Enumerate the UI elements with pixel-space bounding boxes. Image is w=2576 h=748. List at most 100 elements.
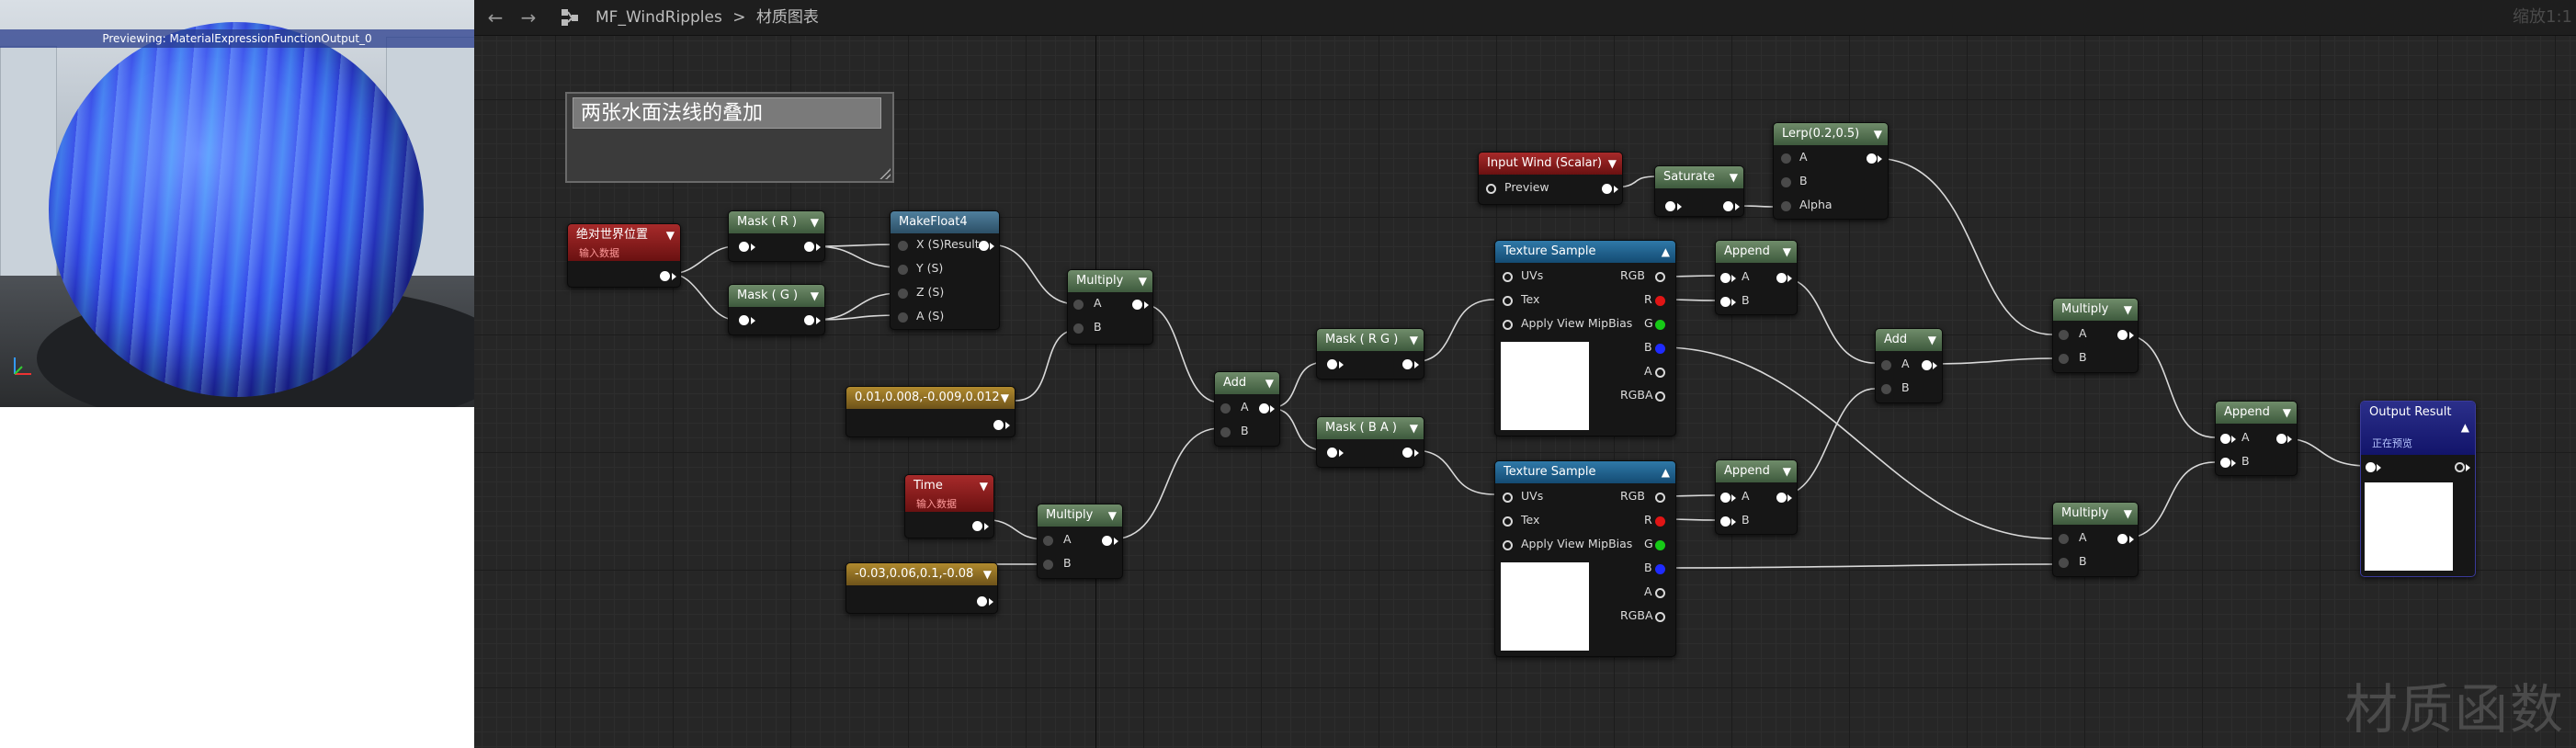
output-pin-blue[interactable] <box>1655 564 1665 574</box>
input-pin[interactable] <box>898 312 908 323</box>
input-pin[interactable] <box>1503 272 1513 282</box>
input-pin[interactable] <box>1503 493 1513 503</box>
input-pin[interactable] <box>2059 534 2069 544</box>
chevron-down-icon[interactable]: ▼ <box>1783 241 1791 263</box>
input-pin[interactable] <box>1720 516 1731 527</box>
chevron-down-icon[interactable]: ▼ <box>1783 460 1791 482</box>
input-pin[interactable] <box>1043 560 1053 570</box>
chevron-up-icon[interactable]: ▲ <box>2461 416 2469 438</box>
node-time[interactable]: Time ▼ 输入数据 <box>904 474 994 538</box>
chevron-down-icon[interactable]: ▼ <box>1108 504 1117 527</box>
node-mask-rg[interactable]: Mask ( R G ) ▼ <box>1316 328 1424 380</box>
output-pin[interactable] <box>1655 612 1665 622</box>
chevron-down-icon[interactable]: ▼ <box>1265 372 1274 394</box>
arrow-left-icon[interactable]: ← <box>482 4 509 31</box>
chevron-down-icon[interactable]: ▼ <box>980 475 988 497</box>
node-mask-g[interactable]: Mask ( G ) ▼ <box>728 284 825 335</box>
chevron-up-icon[interactable]: ▲ <box>1662 241 1670 263</box>
output-pin-green[interactable] <box>1655 320 1665 330</box>
node-texture-sample[interactable]: Texture Sample ▲ UVs Tex Apply View MipB… <box>1494 460 1676 657</box>
node-constant-vector[interactable]: 0.01,0.008,-0.009,0.012 ▼ <box>845 386 1016 437</box>
input-pin[interactable] <box>1881 360 1891 370</box>
node-add[interactable]: Add ▼ A B <box>1214 371 1280 447</box>
output-pin-red[interactable] <box>1655 516 1665 527</box>
input-pin[interactable] <box>1043 536 1053 546</box>
chevron-down-icon[interactable]: ▼ <box>1410 417 1418 439</box>
input-pin[interactable] <box>898 241 908 251</box>
input-pin[interactable] <box>1881 384 1891 394</box>
input-pin[interactable] <box>739 315 749 325</box>
input-pin[interactable] <box>1327 359 1337 369</box>
chevron-down-icon[interactable]: ▼ <box>2124 299 2132 321</box>
node-append[interactable]: Append ▼ A B <box>2215 401 2298 476</box>
node-multiply[interactable]: Multiply ▼ A B <box>2052 502 2139 577</box>
preview-viewport[interactable]: Previewing: MaterialExpressionFunctionOu… <box>0 0 474 407</box>
input-pin[interactable] <box>1720 493 1731 503</box>
input-pin[interactable] <box>1220 427 1231 437</box>
input-pin[interactable] <box>898 289 908 299</box>
output-pin[interactable] <box>804 315 814 325</box>
output-pin[interactable] <box>660 271 670 281</box>
output-pin[interactable] <box>972 521 982 531</box>
input-pin[interactable] <box>1503 540 1513 550</box>
node-absolute-world-position[interactable]: 绝对世界位置 ▼ 输入数据 <box>567 223 681 288</box>
output-pin[interactable] <box>2276 434 2287 444</box>
input-pin[interactable] <box>2059 354 2069 364</box>
node-mask-ba[interactable]: Mask ( B A ) ▼ <box>1316 416 1424 468</box>
chevron-down-icon[interactable]: ▼ <box>1730 166 1738 188</box>
input-pin[interactable] <box>1781 177 1791 187</box>
input-pin[interactable] <box>2059 558 2069 568</box>
chevron-down-icon[interactable]: ▼ <box>1139 270 1147 292</box>
chevron-down-icon[interactable]: ▼ <box>983 563 992 585</box>
input-pin[interactable] <box>1665 201 1675 211</box>
chevron-down-icon[interactable]: ▼ <box>1928 329 1936 351</box>
output-pin[interactable] <box>1922 360 1932 370</box>
asset-name-link[interactable]: MF_WindRipples <box>596 8 722 27</box>
input-pin[interactable] <box>1720 297 1731 307</box>
input-pin[interactable] <box>1327 448 1337 458</box>
chevron-up-icon[interactable]: ▲ <box>1662 461 1670 483</box>
output-pin[interactable] <box>1723 201 1733 211</box>
output-pin[interactable] <box>1402 359 1413 369</box>
output-pin-red[interactable] <box>1655 296 1665 306</box>
node-output-result[interactable]: Output Result ▲ 正在预览 <box>2360 401 2476 577</box>
comment-title[interactable]: 两张水面法线的叠加 <box>573 97 881 129</box>
input-pin[interactable] <box>1220 403 1231 414</box>
input-pin[interactable] <box>1486 184 1496 194</box>
node-multiply[interactable]: Multiply ▼ A B <box>1037 504 1123 579</box>
input-pin[interactable] <box>1720 273 1731 283</box>
input-pin[interactable] <box>1781 201 1791 211</box>
output-pin[interactable] <box>1655 368 1665 378</box>
chevron-down-icon[interactable]: ▼ <box>666 224 675 246</box>
output-pin-blue[interactable] <box>1655 344 1665 354</box>
output-pin[interactable] <box>1776 493 1787 503</box>
node-append[interactable]: Append ▼ A B <box>1715 459 1798 535</box>
input-pin[interactable] <box>2220 458 2230 468</box>
output-pin[interactable] <box>1655 272 1665 282</box>
output-pin[interactable] <box>804 242 814 252</box>
output-pin[interactable] <box>1655 588 1665 598</box>
chevron-down-icon[interactable]: ▼ <box>1410 329 1418 351</box>
output-pin[interactable] <box>977 596 987 606</box>
node-append[interactable]: Append ▼ A B <box>1715 240 1798 315</box>
input-pin[interactable] <box>1073 323 1084 334</box>
chevron-down-icon[interactable]: ▼ <box>811 211 819 233</box>
resize-grip-icon[interactable] <box>879 168 891 179</box>
node-make-float4[interactable]: MakeFloat4 X (S) Result Y (S) Z (S) A (S… <box>890 210 1000 330</box>
output-pin[interactable] <box>1776 273 1787 283</box>
output-pin[interactable] <box>1867 153 1877 164</box>
node-saturate[interactable]: Saturate ▼ <box>1654 165 1744 217</box>
input-pin[interactable] <box>1503 320 1513 330</box>
output-pin[interactable] <box>2455 462 2465 472</box>
node-multiply[interactable]: Multiply ▼ A B <box>2052 298 2139 373</box>
chevron-down-icon[interactable]: ▼ <box>2283 402 2291 424</box>
input-pin[interactable] <box>2059 330 2069 340</box>
chevron-down-icon[interactable]: ▼ <box>1001 387 1009 409</box>
output-pin[interactable] <box>1655 493 1665 503</box>
output-pin[interactable] <box>1259 403 1269 414</box>
node-lerp[interactable]: Lerp(0.2,0.5) ▼ A B Alpha <box>1773 122 1889 220</box>
node-constant-vector[interactable]: -0.03,0.06,0.1,-0.08 ▼ <box>845 562 998 614</box>
comment-box[interactable]: 两张水面法线的叠加 <box>565 92 894 183</box>
output-pin[interactable] <box>1602 184 1612 194</box>
input-pin[interactable] <box>739 242 749 252</box>
